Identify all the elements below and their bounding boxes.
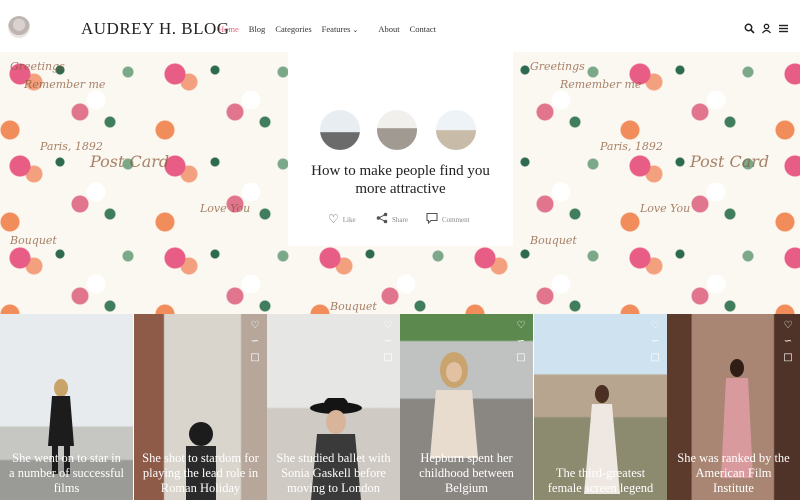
share-icon (376, 212, 388, 228)
main-nav: Home Blog Categories Features ⌄ About Con… (218, 24, 446, 34)
share-icon[interactable]: ∽ (384, 334, 392, 350)
script-text: Remember me (24, 78, 106, 91)
script-text: Greetings (10, 60, 65, 73)
post-thumbnail[interactable] (434, 108, 478, 152)
like-button[interactable]: ♡ Like (328, 212, 356, 227)
post-tile[interactable]: ♡ ∽ □ She was ranked by the American Fil… (667, 314, 800, 500)
nav-home[interactable]: Home (218, 24, 239, 34)
post-tile[interactable]: She went on to star in a number of succe… (0, 314, 133, 500)
comment-icon[interactable]: □ (383, 350, 392, 366)
script-text: Love You (640, 202, 691, 215)
post-tile-title[interactable]: She was ranked by the American Film Inst… (675, 451, 792, 496)
heart-icon[interactable]: ♡ (784, 318, 793, 334)
share-button[interactable]: Share (376, 212, 408, 228)
share-icon[interactable]: ∽ (784, 334, 792, 350)
comment-icon[interactable]: □ (783, 350, 792, 366)
avatar[interactable] (8, 16, 30, 38)
comment-icon[interactable]: □ (516, 350, 525, 366)
nav-contact[interactable]: Contact (410, 24, 436, 34)
heart-icon[interactable]: ♡ (384, 318, 393, 334)
post-tile-actions: ♡ ∽ □ (649, 318, 661, 366)
user-icon[interactable] (760, 23, 772, 35)
share-icon[interactable]: ∽ (251, 334, 259, 350)
nav-features-label: Features (321, 24, 351, 34)
site-brand[interactable]: AUDREY H. BLOG (81, 19, 230, 39)
script-text: Greetings (530, 60, 585, 73)
post-tile-title[interactable]: The third-greatest female screen legend (542, 466, 659, 496)
script-text: Love You (200, 202, 251, 215)
heart-icon[interactable]: ♡ (651, 318, 660, 334)
comment-icon[interactable]: □ (650, 350, 659, 366)
chevron-down-icon: ⌄ (352, 26, 359, 34)
script-text: Paris, 1892 (600, 140, 663, 153)
share-icon[interactable]: ∽ (517, 334, 525, 350)
post-tile-actions: ♡ ∽ □ (249, 318, 261, 366)
featured-post-title[interactable]: How to make people find you more attract… (298, 162, 503, 198)
post-tile-title[interactable]: She shot to stardom for playing the lead… (142, 451, 259, 496)
like-label: Like (342, 215, 356, 224)
post-tile-actions: ♡ ∽ □ (382, 318, 394, 366)
post-tile-title[interactable]: She studied ballet with Sonia Gaskell be… (275, 451, 392, 496)
share-icon[interactable]: ∽ (651, 334, 659, 350)
post-tile-actions: ♡ ∽ □ (515, 318, 527, 366)
post-tile-title[interactable]: She went on to star in a number of succe… (8, 451, 125, 496)
heart-icon[interactable]: ♡ (517, 318, 526, 334)
script-text: Bouquet (330, 300, 377, 313)
menu-icon[interactable] (777, 23, 789, 35)
comment-icon (426, 212, 438, 228)
post-tile[interactable]: ♡ ∽ □ She studied ballet with Sonia Gask… (267, 314, 400, 500)
comment-button[interactable]: Comment (426, 212, 470, 228)
site-header: AUDREY H. BLOG Home Blog Categories Feat… (0, 0, 800, 52)
nav-about[interactable]: About (378, 24, 399, 34)
script-text: Bouquet (530, 234, 577, 247)
post-tile[interactable]: ♡ ∽ □ She shot to stardom for playing th… (134, 314, 267, 500)
nav-features[interactable]: Features ⌄ (322, 24, 369, 34)
search-icon[interactable] (743, 23, 755, 35)
nav-blog[interactable]: Blog (249, 24, 266, 34)
post-tile[interactable]: ♡ ∽ □ The third-greatest female screen l… (534, 314, 667, 500)
script-text: Remember me (560, 78, 642, 91)
script-text: Bouquet (10, 234, 57, 247)
post-thumbnail[interactable] (318, 108, 362, 152)
post-thumbnail[interactable] (375, 108, 419, 152)
post-grid: She went on to star in a number of succe… (0, 314, 800, 500)
script-text: Post Card (690, 152, 770, 171)
post-tile-title[interactable]: Hepburn spent her childhood between Belg… (408, 451, 525, 496)
share-label: Share (392, 216, 408, 224)
post-tile-actions: ♡ ∽ □ (782, 318, 794, 366)
comment-label: Comment (442, 216, 470, 224)
comment-icon[interactable]: □ (250, 350, 259, 366)
post-tile[interactable]: ♡ ∽ □ Hepburn spent her childhood betwee… (400, 314, 533, 500)
nav-categories[interactable]: Categories (275, 24, 311, 34)
post-photo (430, 352, 478, 458)
heart-icon[interactable]: ♡ (251, 318, 260, 334)
script-text: Post Card (90, 152, 170, 171)
heart-icon: ♡ (328, 212, 339, 226)
